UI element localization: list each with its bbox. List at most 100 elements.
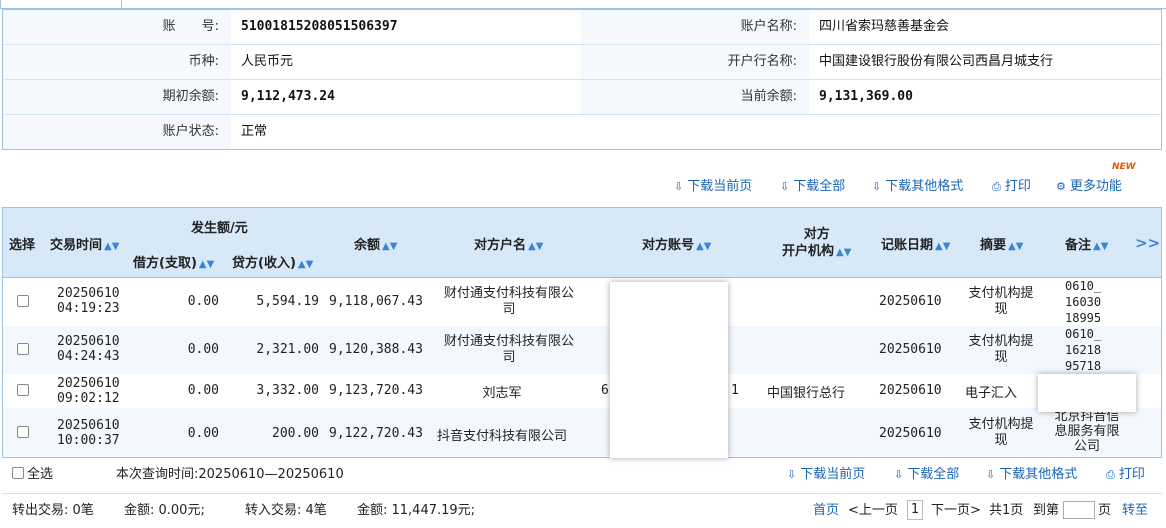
download-all-link[interactable]: ⇩ 下载全部 xyxy=(780,177,845,197)
next-page-link[interactable]: 下一页> xyxy=(931,501,981,521)
transaction-table: 选择 交易时间 ▲▼ 发生额/元 借方(支取) ▲▼ 贷方(收入) ▲▼ 余额 ▲▼ 对… xyxy=(2,207,1162,458)
download-icon: ⇩ xyxy=(787,468,797,481)
header-amount-group: 发生额/元 xyxy=(191,221,248,236)
incoming-amount: 金额: 11,447.19元; xyxy=(357,503,476,518)
info-row-currency: 币种: 人民币元 开户行名称: 中国建设银行股份有限公司西昌月城支行 xyxy=(3,45,1161,80)
footer-print-link[interactable]: ⎙ 打印 xyxy=(1106,465,1145,485)
summary: 支付机构提现 xyxy=(968,286,1034,317)
debit-amount: 0.00 xyxy=(187,383,219,398)
header-debit[interactable]: 借方(支取) ▲▼ xyxy=(133,252,214,271)
transaction-time: 20250610 10:00:37 xyxy=(57,418,120,448)
counterparty-bank: 中国银行总行 xyxy=(767,386,846,401)
transaction-time: 20250610 04:19:23 xyxy=(57,286,120,316)
credit-amount: 5,594.19 xyxy=(256,294,319,309)
sort-icon: ▲▼ xyxy=(198,259,215,270)
page-unit: 页 xyxy=(1098,503,1112,518)
expand-columns-icon[interactable]: >> xyxy=(1135,234,1160,252)
credit-amount: 2,321.00 xyxy=(256,342,319,357)
goto-page-input[interactable] xyxy=(1063,500,1095,520)
remark: 0610_ 16030 18995 xyxy=(1065,279,1102,325)
printer-icon: ⎙ xyxy=(992,180,1001,193)
query-time: 本次查询时间:20250610—20250610 xyxy=(116,467,344,482)
credit-amount: 3,332.00 xyxy=(256,383,319,398)
header-book-date[interactable]: 记账日期 ▲▼ xyxy=(881,234,950,253)
incoming-count: 转入交易: 4笔 xyxy=(245,503,327,518)
summary-pagination-bar: 转出交易: 0笔 金额: 0.00元; 转入交易: 4笔 金额: 11,447.… xyxy=(2,493,1162,528)
table-footer: 全选 本次查询时间:20250610—20250610 ⇩ 下载当前页 ⇩ 下载全部… xyxy=(2,459,1162,493)
balance-amount: 9,120,388.43 xyxy=(329,342,423,357)
info-row-balance: 期初余额: 9,112,473.24 当前余额: 9,131,369.00 xyxy=(3,80,1161,115)
select-all[interactable]: 全选 xyxy=(12,465,53,485)
sort-icon: ▲▼ xyxy=(382,241,398,252)
opening-balance: 9,112,473.24 xyxy=(241,89,335,104)
first-page-link[interactable]: 首页 xyxy=(813,501,839,521)
download-other-format-link[interactable]: ⇩ 下载其他格式 xyxy=(872,177,963,197)
redaction-box xyxy=(610,282,728,458)
balance-amount: 9,122,720.43 xyxy=(329,426,423,441)
header-counterparty-bank[interactable]: 对方 开户机构 ▲▼ xyxy=(782,226,851,261)
current-page[interactable]: 1 xyxy=(907,500,923,520)
counterparty-name: 财付通支付科技有限公司 xyxy=(443,334,574,365)
sort-icon: ▲▼ xyxy=(528,241,544,252)
new-badge: NEW xyxy=(1112,162,1136,172)
current-balance-label: 当前余额: xyxy=(581,80,809,114)
header-balance[interactable]: 余额 ▲▼ xyxy=(354,234,397,253)
select-all-checkbox[interactable] xyxy=(12,467,24,479)
row-checkbox[interactable] xyxy=(17,426,29,438)
balance-amount: 9,118,067.43 xyxy=(329,294,423,309)
summary: 电子汇入 xyxy=(965,386,1018,401)
header-summary[interactable]: 摘要 ▲▼ xyxy=(980,234,1023,253)
account-status-label: 账户状态: xyxy=(3,115,231,149)
currency-label: 币种: xyxy=(3,45,231,79)
bank-label: 开户行名称: xyxy=(581,45,809,79)
transaction-time: 20250610 04:24:43 xyxy=(57,334,120,364)
row-checkbox[interactable] xyxy=(17,384,29,396)
sort-icon: ▲▼ xyxy=(935,241,951,252)
table-row[interactable]: 20250610 10:00:37 0.00 200.00 9,122,720.4… xyxy=(3,408,1161,457)
sort-icon: ▲▼ xyxy=(297,259,314,270)
header-time[interactable]: 交易时间 ▲▼ xyxy=(50,234,119,253)
table-row[interactable]: 20250610 04:24:43 0.00 2,321.00 9,120,388… xyxy=(3,326,1161,374)
sort-icon: ▲▼ xyxy=(104,241,120,252)
book-date: 20250610 xyxy=(879,294,942,309)
book-date: 20250610 xyxy=(879,342,942,357)
header-credit[interactable]: 贷方(收入) ▲▼ xyxy=(232,252,313,271)
row-checkbox[interactable] xyxy=(17,343,29,355)
sort-icon: ▲▼ xyxy=(1008,241,1024,252)
debit-amount: 0.00 xyxy=(187,426,219,441)
gear-icon: ⚙ xyxy=(1056,180,1066,193)
bank-name: 中国建设银行股份有限公司西昌月城支行 xyxy=(819,54,1054,69)
row-checkbox[interactable] xyxy=(17,295,29,307)
prev-page-link[interactable]: <上一页 xyxy=(848,501,898,521)
opening-balance-label: 期初余额: xyxy=(3,80,231,114)
summary: 支付机构提现 xyxy=(968,334,1034,365)
download-page-link[interactable]: ⇩ 下载当前页 xyxy=(674,177,752,197)
header-counterparty-account[interactable]: 对方账号 ▲▼ xyxy=(642,234,711,253)
info-row-account: 账 号: 51001815208051506397 账户名称: 四川省索玛慈善基… xyxy=(3,10,1161,45)
footer-download-page-link[interactable]: ⇩ 下载当前页 xyxy=(787,465,865,485)
goto-button[interactable]: 转至 xyxy=(1122,501,1148,521)
total-pages: 共1页 xyxy=(989,503,1024,518)
book-date: 20250610 xyxy=(879,426,942,441)
footer-download-other-link[interactable]: ⇩ 下载其他格式 xyxy=(986,465,1077,485)
header-counterparty-name[interactable]: 对方户名 ▲▼ xyxy=(474,234,543,253)
sort-icon: ▲▼ xyxy=(836,247,852,258)
outgoing-count: 转出交易: 0笔 xyxy=(12,503,94,518)
download-icon: ⇩ xyxy=(674,180,684,193)
active-tab[interactable] xyxy=(0,0,122,9)
redaction-box xyxy=(1038,374,1136,412)
table-row[interactable]: 20250610 04:19:23 0.00 5,594.19 9,118,067… xyxy=(3,278,1161,326)
print-link[interactable]: ⎙ 打印 xyxy=(992,177,1031,197)
footer-download-all-link[interactable]: ⇩ 下载全部 xyxy=(894,465,959,485)
remark: 北京抖音信 息服务有限 公司 xyxy=(1054,409,1120,454)
currency: 人民币元 xyxy=(241,54,294,69)
counterparty-name: 刘志军 xyxy=(482,386,522,401)
counterparty-name: 抖音支付科技有限公司 xyxy=(436,429,567,444)
more-functions-link[interactable]: ⚙ 更多功能 xyxy=(1056,177,1122,197)
table-row[interactable]: 20250610 09:02:12 0.00 3,332.00 9,123,720… xyxy=(3,374,1161,408)
outgoing-amount: 金额: 0.00元; xyxy=(124,503,205,518)
account-name: 四川省索玛慈善基金会 xyxy=(819,19,950,34)
header-remark[interactable]: 备注 ▲▼ xyxy=(1065,234,1108,253)
account-name-label: 账户名称: xyxy=(581,10,809,44)
current-balance: 9,131,369.00 xyxy=(819,89,913,104)
